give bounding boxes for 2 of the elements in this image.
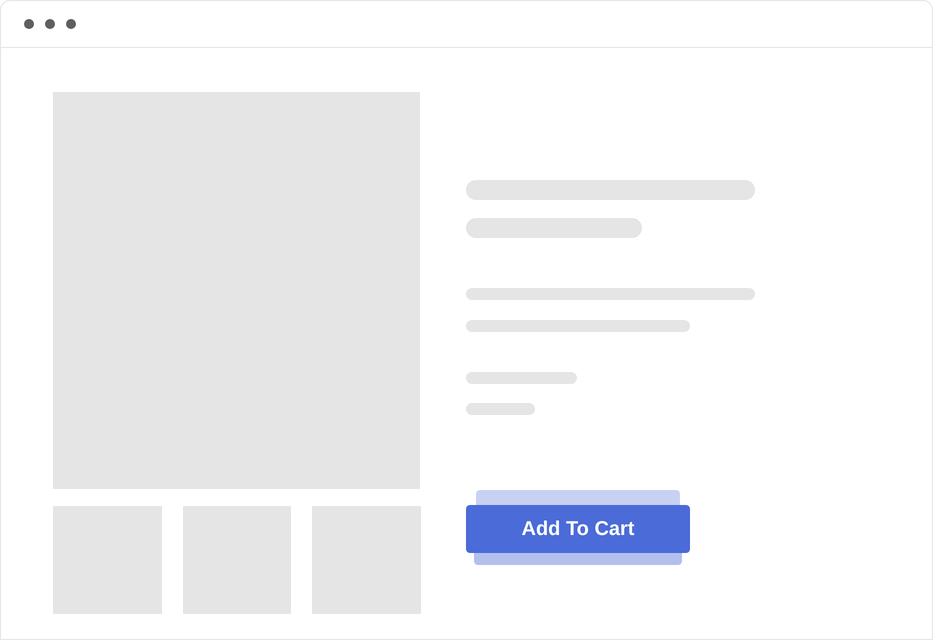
text-skeleton-bar bbox=[466, 403, 535, 415]
add-to-cart-button[interactable]: Add To Cart bbox=[466, 505, 690, 553]
